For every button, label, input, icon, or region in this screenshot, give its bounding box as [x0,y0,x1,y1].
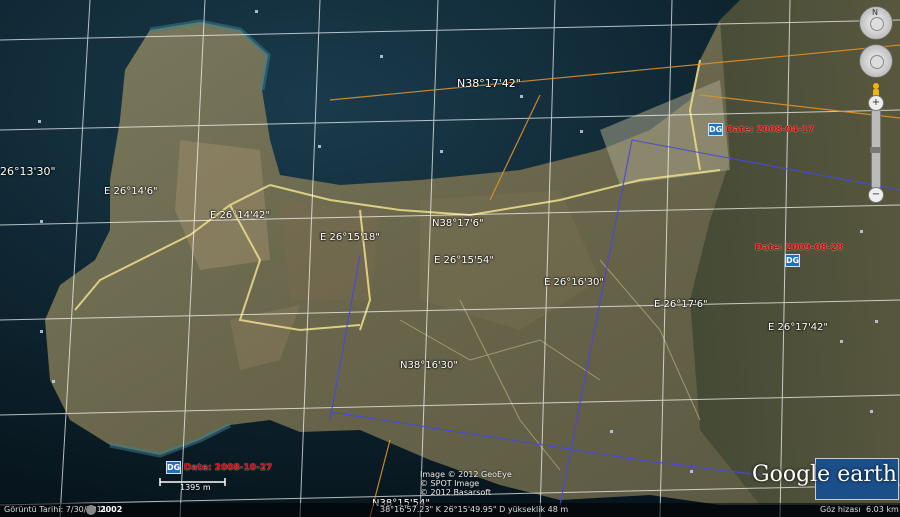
eye-altitude-value: 6.03 km [866,505,899,514]
navigation-controls[interactable]: N + − [858,6,894,203]
compass-north-label: N [872,8,878,17]
lon-label-4: E 26°15'54" [434,255,495,266]
eye-altitude-label: Göz hizası [820,505,861,514]
digitalglobe-logo: DG [708,123,723,136]
cursor-coordinates: 38°16'57.23" K 26°15'49.95" D yükseklik … [380,505,569,514]
lat-label-1: N38°17'42" [457,77,521,90]
imagery-date-label: Date: 2008-04-17 [726,124,815,135]
map-view[interactable]: N38°17'42" 26°13'30" E 26°14'6" E 26°14'… [0,0,900,517]
history-clock-icon[interactable] [86,505,96,515]
move-joystick[interactable] [859,44,893,78]
imagery-date-marker[interactable]: DG Date: 2008-10-27 [166,461,272,474]
lon-label-7: E 26°17'42" [768,322,829,333]
zoom-out-icon[interactable]: − [868,187,884,203]
history-year-badge[interactable]: 2002 [100,503,122,517]
compass-ring[interactable]: N [859,6,893,40]
credit-line: Image © 2012 GeoEye [420,470,512,479]
status-bar: Görüntü Tarihi: 7/30/2011 2002 38°16'57.… [0,503,900,517]
credit-line: © 2012 Basarsoft [420,488,492,497]
lon-label-left: 26°13'30" [0,165,56,178]
imagery-date-label: Date: 2009-08-28 [755,243,844,253]
lon-label-2: E 26°14'42" [210,210,271,221]
lon-label-1: E 26°14'6" [104,186,158,197]
zoom-in-icon[interactable]: + [868,95,884,111]
imagery-date-marker[interactable]: Date: 2009-08-28 DG [755,243,843,267]
imagery-date-label: Date: 2008-10-27 [184,462,273,473]
zoom-slider-handle[interactable] [870,147,880,153]
lon-label-6: E 26°17'6" [654,299,708,310]
imagery-credits: Image © 2012 GeoEye © SPOT Image © 2012 … [420,470,512,497]
digitalglobe-logo: DG [166,461,181,474]
move-joystick-icon[interactable] [870,55,884,69]
lon-label-5: E 26°16'30" [544,277,605,288]
google-earth-logo: Google earth [752,462,897,487]
zoom-slider[interactable]: + − [868,95,884,203]
imagery-date-marker[interactable]: DG Date: 2008-04-17 [708,123,814,136]
scale-label: 1395 m [180,483,211,492]
lon-label-3: E 26°15'18" [320,232,381,243]
credit-line: © SPOT Image [420,479,480,488]
lat-label-2: N38°17'6" [432,218,484,229]
look-joystick-icon[interactable] [870,17,884,31]
lat-label-3: N38°16'30" [400,360,459,371]
digitalglobe-logo: DG [785,254,800,267]
